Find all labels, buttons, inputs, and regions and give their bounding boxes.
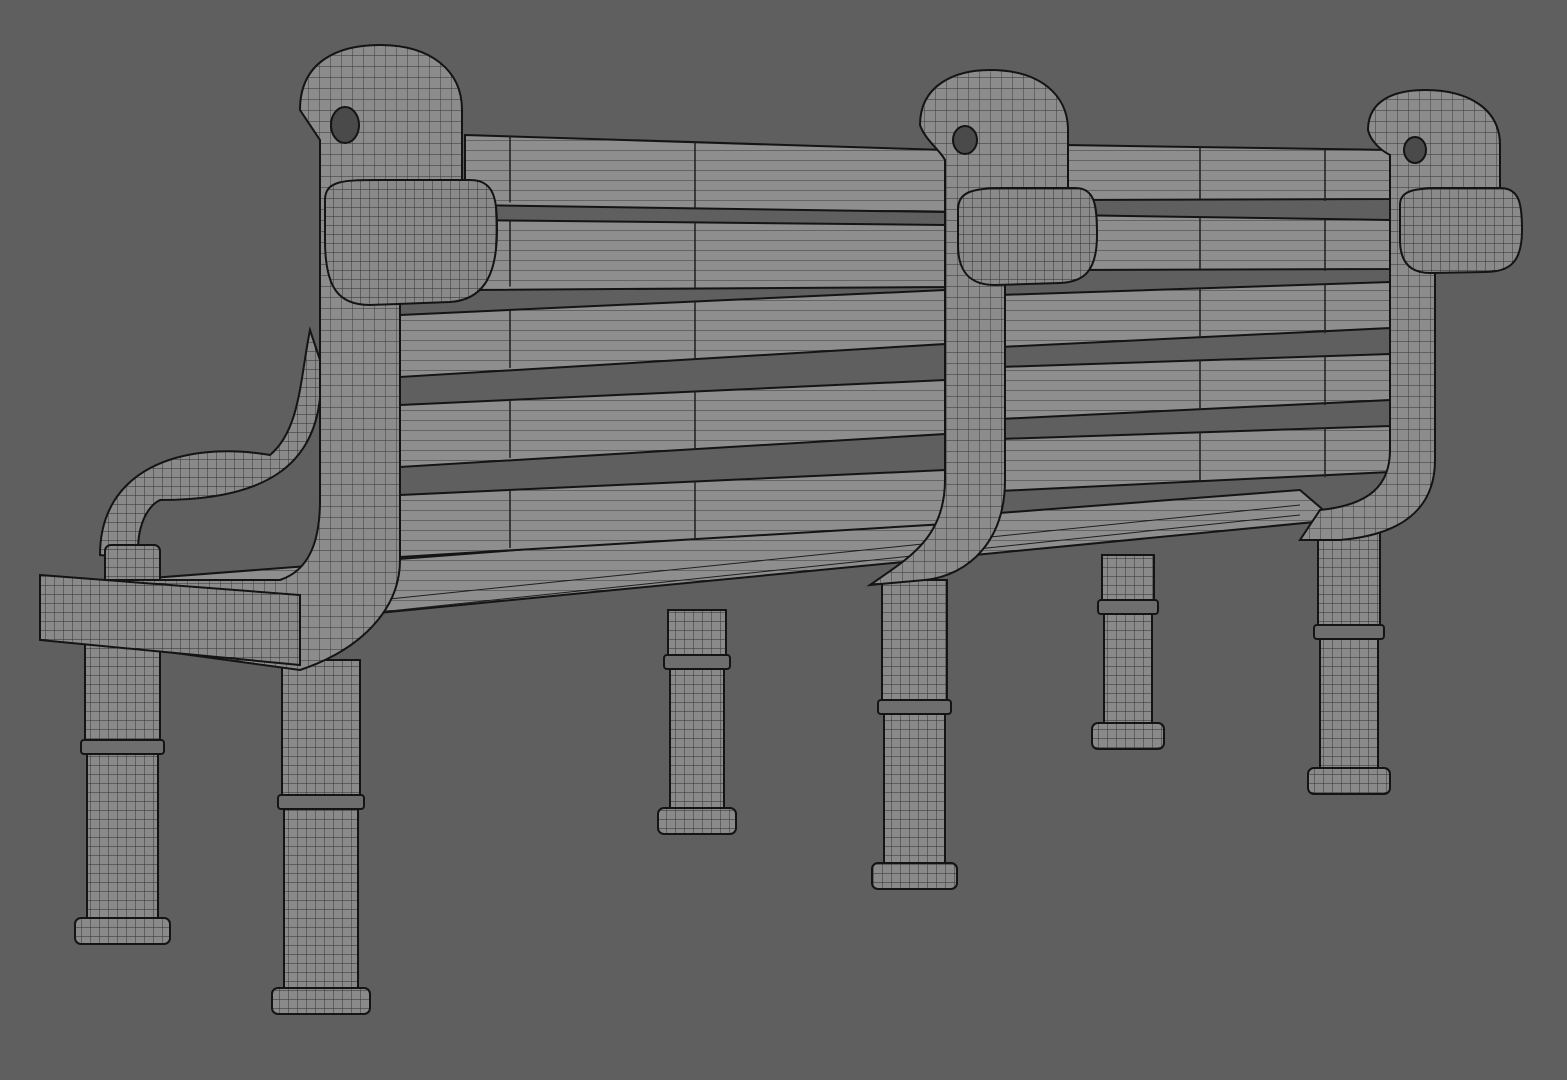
back-slat xyxy=(464,218,946,292)
bench-wireframe-render xyxy=(39,43,1524,1015)
back-slat xyxy=(999,352,1391,421)
back-slat xyxy=(999,424,1391,493)
back-slat xyxy=(1064,213,1391,272)
back-slat xyxy=(999,280,1391,349)
back-slat xyxy=(399,288,946,379)
bench-leg xyxy=(1307,524,1391,795)
3d-viewport[interactable] xyxy=(0,0,1567,1080)
bench-leg xyxy=(871,579,958,890)
bench-leg xyxy=(271,659,371,1015)
bench-leg xyxy=(74,639,171,945)
back-slat xyxy=(399,378,946,469)
back-slat xyxy=(464,133,946,214)
back-slat xyxy=(1064,143,1391,202)
bench-leg xyxy=(657,609,737,835)
bench-leg xyxy=(1091,554,1165,750)
